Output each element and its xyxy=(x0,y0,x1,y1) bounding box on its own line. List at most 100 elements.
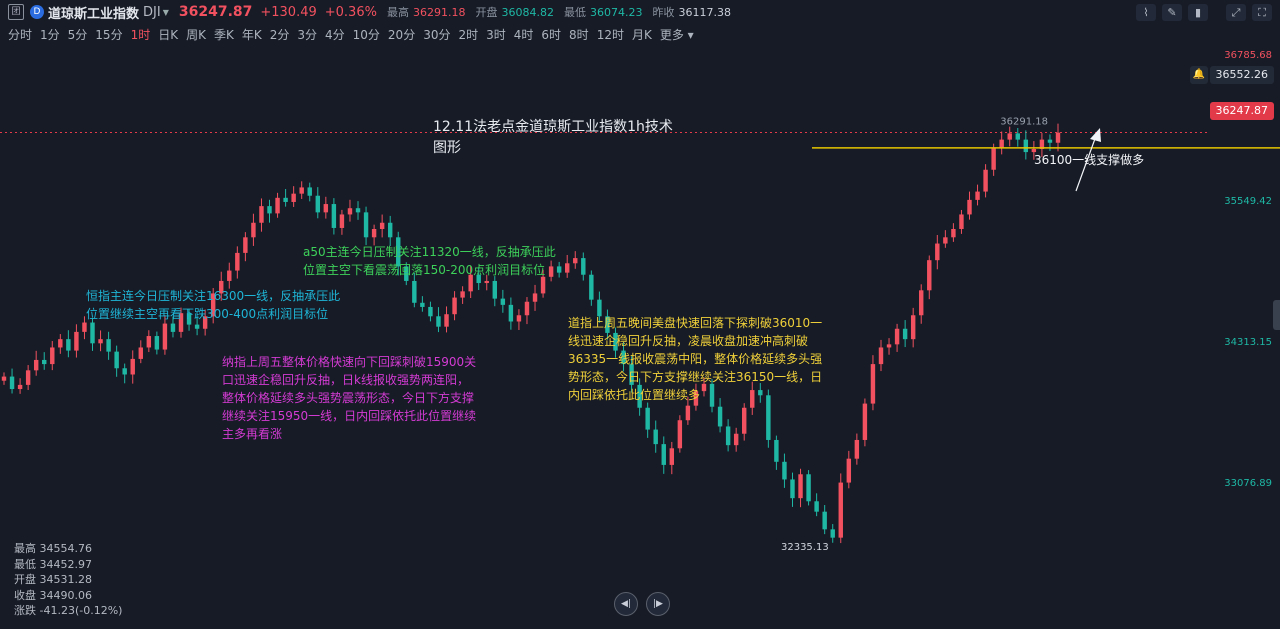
candle-body-126 xyxy=(1015,133,1020,140)
candle-body-109 xyxy=(878,347,884,365)
marked-high-label: 36291.18 xyxy=(1000,116,1048,127)
scroll-end-icon[interactable]: |▶ xyxy=(646,592,670,616)
sidebar-handle[interactable] xyxy=(1273,300,1280,330)
period-tab-19[interactable]: 8时 xyxy=(569,26,589,43)
candle-body-105 xyxy=(846,458,852,483)
candle-body-54 xyxy=(436,316,441,327)
axis-label-2: 35549.42 xyxy=(1224,196,1272,207)
candle-body-10 xyxy=(82,322,87,332)
candle-body-32 xyxy=(259,206,264,223)
candle-body-40 xyxy=(323,204,329,213)
candle-body-124 xyxy=(999,139,1004,148)
candle-body-48 xyxy=(387,222,393,238)
period-tab-7[interactable]: 季K xyxy=(214,26,234,43)
candle-body-13 xyxy=(106,339,111,352)
candle-body-97 xyxy=(782,461,787,480)
high-label: 最高 xyxy=(386,6,409,19)
candle-body-11 xyxy=(90,322,95,344)
period-tab-12[interactable]: 10分 xyxy=(353,26,380,43)
period-tab-17[interactable]: 4时 xyxy=(514,26,534,43)
period-tab-9[interactable]: 2分 xyxy=(270,26,290,43)
candle-body-91 xyxy=(733,433,739,446)
chevron-down-icon[interactable]: ▼ xyxy=(163,8,169,17)
period-tab-20[interactable]: 12时 xyxy=(597,26,624,43)
period-tab-16[interactable]: 3时 xyxy=(486,26,506,43)
period-tab-22[interactable]: 更多 ▾ xyxy=(660,26,694,43)
candle-body-82 xyxy=(661,444,666,465)
pencil-icon[interactable]: ✎ xyxy=(1162,4,1182,21)
scroll-start-icon[interactable]: ◀| xyxy=(614,592,638,616)
candle-body-37 xyxy=(299,187,304,194)
candle-body-80 xyxy=(645,407,650,430)
candle-body-6 xyxy=(50,347,55,365)
candle-body-72 xyxy=(581,258,586,275)
candle-body-65 xyxy=(524,301,530,316)
ohlc-row-1: 最低 34452.97 xyxy=(14,557,92,571)
instrument-name[interactable]: 道琼斯工业指数 xyxy=(48,3,139,22)
candle-body-47 xyxy=(379,222,385,229)
period-tab-3[interactable]: 15分 xyxy=(95,26,122,43)
period-tab-21[interactable]: 月K xyxy=(632,26,652,43)
candle-body-57 xyxy=(460,291,465,298)
candle-body-71 xyxy=(573,258,578,264)
candle-body-63 xyxy=(508,304,514,322)
period-selector: 分时 1分 5分 15分 1时 日K 周K 季K 年K 2分 3分 4分 10分 20分 30分 2时 3时 4时… xyxy=(0,25,694,43)
period-tab-5[interactable]: 日K xyxy=(158,26,178,43)
candle-body-103 xyxy=(830,529,835,538)
candle-body-118 xyxy=(951,228,956,238)
candle-body-61 xyxy=(492,280,498,299)
candle-body-45 xyxy=(363,212,369,238)
candle-body-3 xyxy=(25,370,31,385)
candle-body-16 xyxy=(130,358,135,375)
period-tab-13[interactable]: 20分 xyxy=(388,26,415,43)
expand-icon[interactable]: ⤢ xyxy=(1226,4,1246,21)
period-tab-11[interactable]: 4分 xyxy=(325,26,345,43)
period-tab-4[interactable]: 1时 xyxy=(131,26,151,43)
candle-body-122 xyxy=(983,169,988,192)
current-price-tag: 36247.87 xyxy=(1209,102,1274,120)
ohlc-panel: 最高 34554.76 最低 34452.97 开盘 34531.28 收盘 3449… xyxy=(14,541,122,619)
period-tab-8[interactable]: 年K xyxy=(242,26,262,43)
period-tab-18[interactable]: 6时 xyxy=(541,26,561,43)
candle-body-117 xyxy=(943,237,948,244)
ohlc-row-2: 开盘 34531.28 xyxy=(14,573,92,586)
candle-body-30 xyxy=(243,237,248,253)
draw-tools-icon[interactable]: ▮ xyxy=(1188,4,1208,21)
period-tab-15[interactable]: 2时 xyxy=(458,26,478,43)
candle-body-38 xyxy=(307,187,312,196)
period-tab-1[interactable]: 1分 xyxy=(40,26,60,43)
period-tab-6[interactable]: 周K xyxy=(186,26,206,43)
candle-body-83 xyxy=(669,448,675,465)
candle-body-14 xyxy=(114,351,119,369)
fullscreen-icon[interactable]: ⛶ xyxy=(1252,4,1272,21)
candle-body-29 xyxy=(235,252,240,271)
candle-body-5 xyxy=(42,359,47,365)
arrow-head xyxy=(1090,128,1101,142)
candle-body-99 xyxy=(798,474,803,499)
ohlc-row-4: 涨跌 -41.23(-0.12%) xyxy=(14,604,123,617)
candle-body-131 xyxy=(1055,132,1061,143)
candle-body-123 xyxy=(991,147,996,170)
candle-body-19 xyxy=(154,336,160,350)
candle-body-107 xyxy=(862,403,868,440)
candle-body-0 xyxy=(1,376,7,381)
chart-type-icon[interactable]: ⌇ xyxy=(1136,4,1156,21)
candle-body-104 xyxy=(838,482,843,538)
price-change-pct: +0.36% xyxy=(324,4,377,20)
period-tab-10[interactable]: 3分 xyxy=(297,26,317,43)
period-tab-2[interactable]: 5分 xyxy=(68,26,88,43)
low-value: 36074.23 xyxy=(589,5,643,19)
layout-icon[interactable]: 团 xyxy=(8,4,24,20)
candle-body-81 xyxy=(653,429,658,445)
period-tab-14[interactable]: 30分 xyxy=(423,26,450,43)
dji-logo-icon: D xyxy=(30,5,44,19)
candle-body-21 xyxy=(170,323,176,332)
candle-body-116 xyxy=(935,243,940,261)
candle-body-35 xyxy=(283,197,288,202)
candle-body-51 xyxy=(412,280,417,303)
bell-icon[interactable]: 🔔 xyxy=(1190,66,1208,84)
instrument-code[interactable]: DJI xyxy=(143,5,161,20)
candle-body-62 xyxy=(500,298,506,305)
period-tab-0[interactable]: 分时 xyxy=(8,26,32,43)
annotation-a50: a50主连今日压制关注11320一线，反抽承压此 位置主空下看震荡回落150-2… xyxy=(303,245,556,277)
